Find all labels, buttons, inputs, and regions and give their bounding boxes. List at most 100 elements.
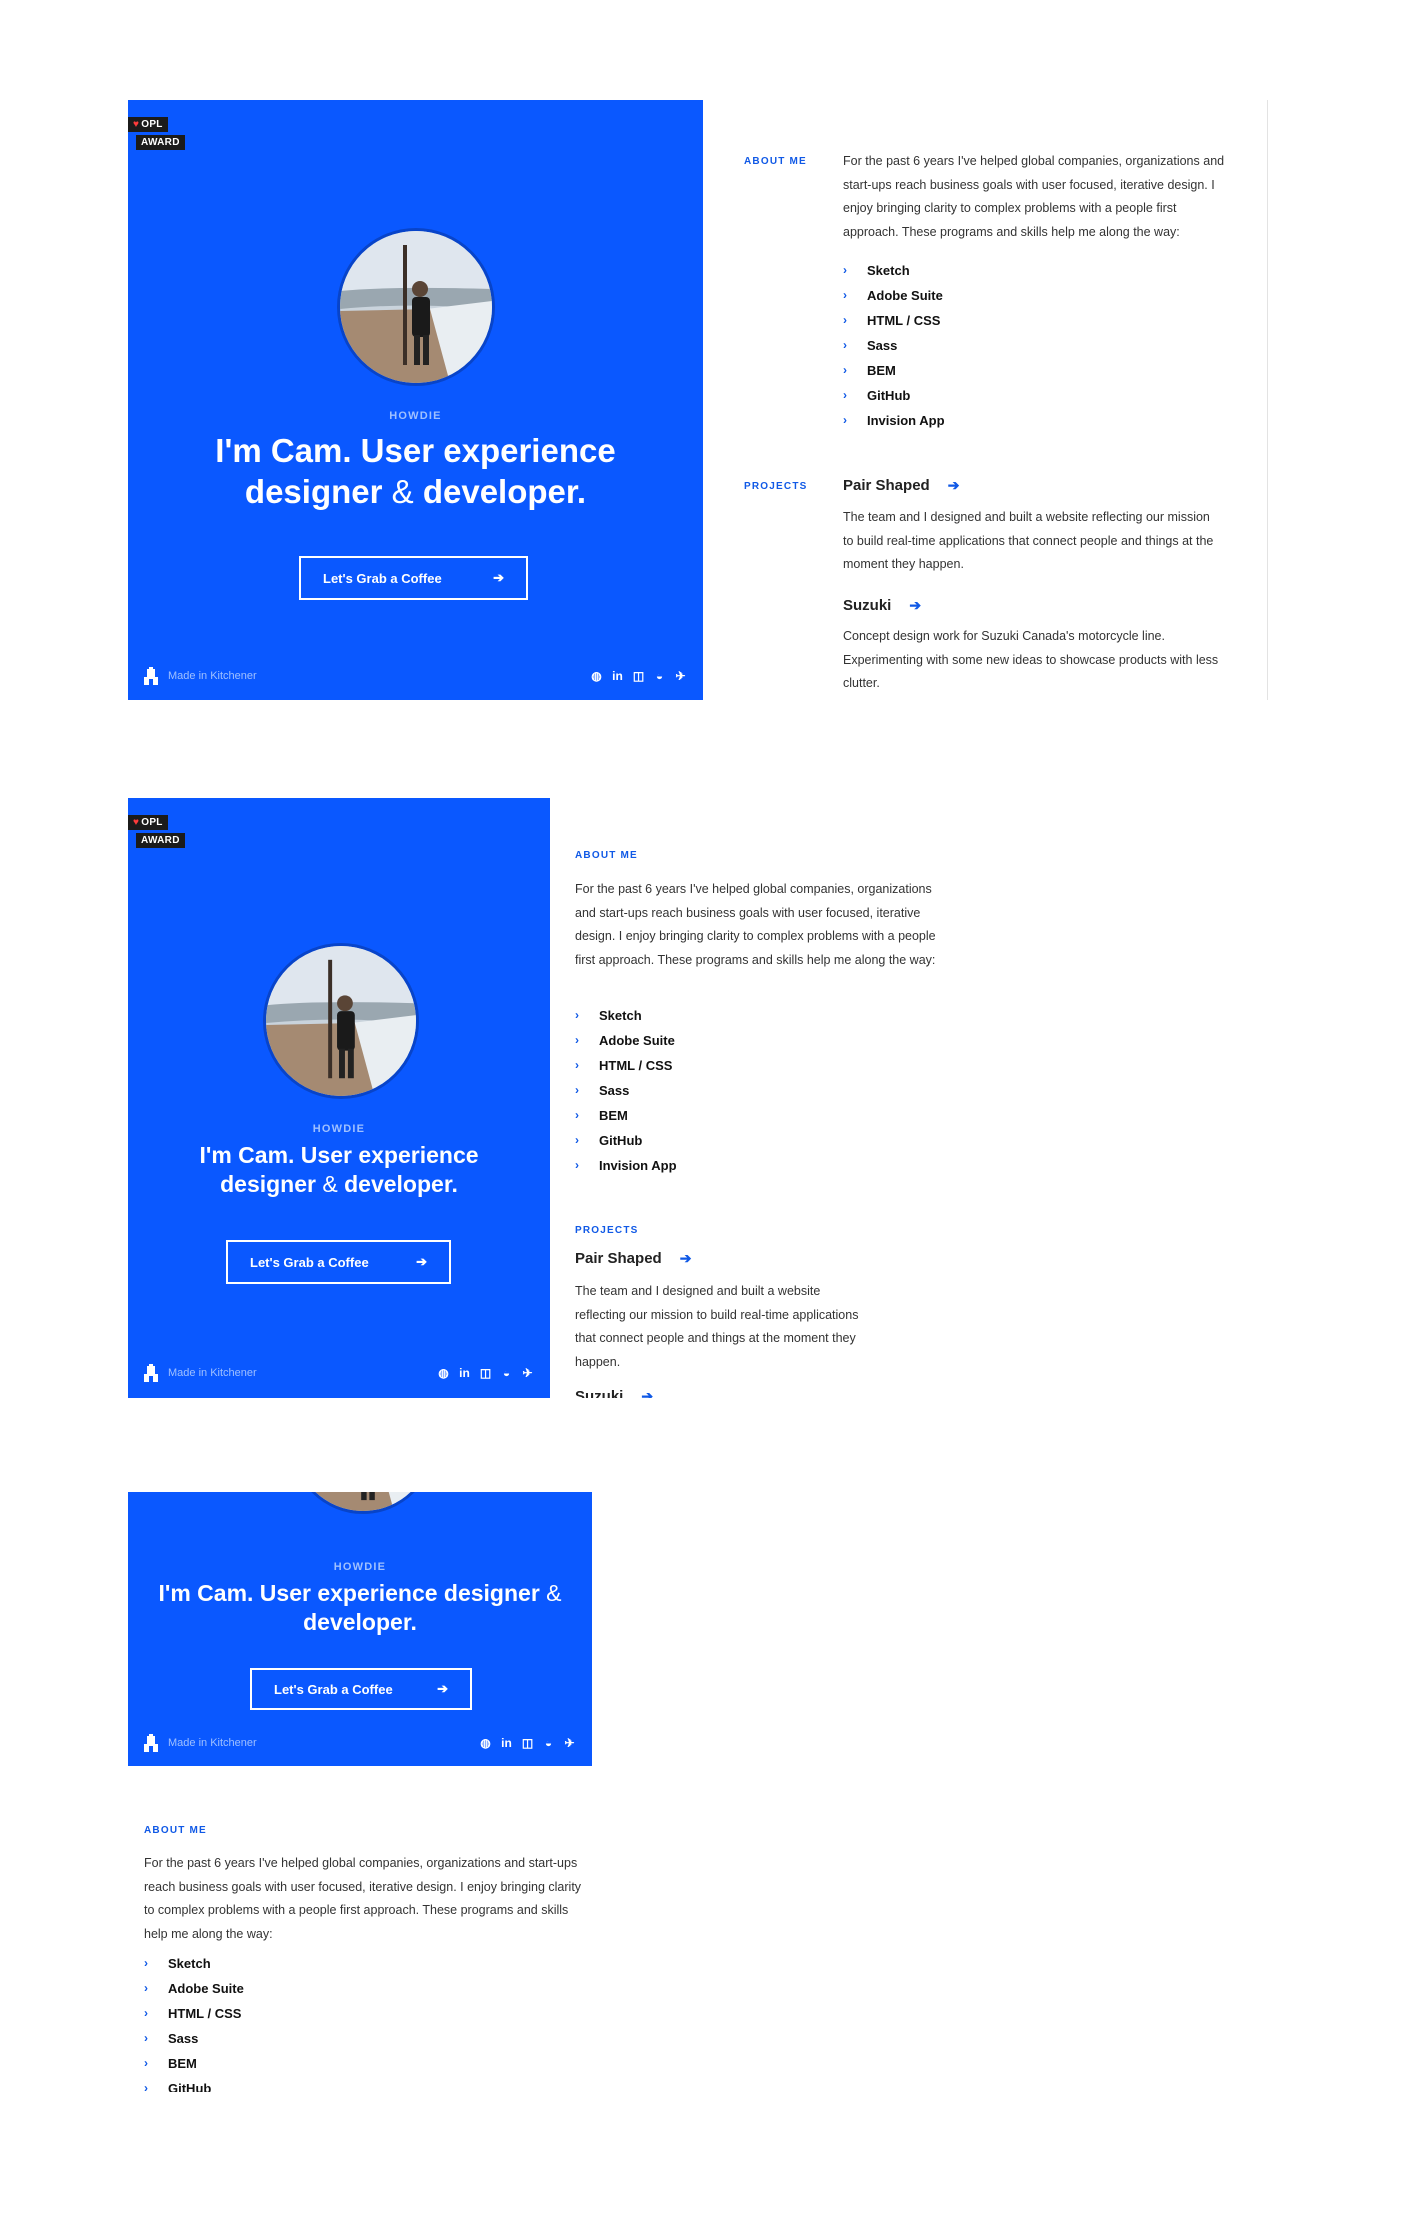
list-item: › Adobe Suite	[575, 1028, 677, 1053]
mobile-preview: HOWDIE I'm Cam. User experience designer…	[128, 1492, 728, 2092]
list-item: › GitHub	[144, 2076, 244, 2092]
dribbble-icon[interactable]: ◍	[590, 669, 603, 683]
arrow-right-icon: ➔	[947, 477, 960, 493]
skills-list: › Sketch › Adobe Suite › HTML / CSS › Sass ›…	[575, 1003, 677, 1178]
list-item: › Sass	[144, 2026, 244, 2051]
project-title-pair-shaped[interactable]: Pair Shaped ➔	[843, 477, 959, 494]
list-item: › GitHub	[575, 1128, 677, 1153]
tablet-preview: ♥ OPL AWARD HOWDIE I'm Cam. User experien…	[128, 798, 948, 1398]
github-icon[interactable]: ◒	[500, 1366, 513, 1380]
hero-kicker: HOWDIE	[333, 1561, 387, 1573]
list-item: › Sass	[843, 333, 945, 358]
chevron-right-icon: ›	[144, 2056, 148, 2070]
project-text: Concept design work for Suzuki Canada's …	[843, 629, 1219, 690]
twitter-icon[interactable]: ✈	[674, 669, 687, 683]
list-item: › Sketch	[575, 1003, 677, 1028]
social-links: ◍ in ◫ ◒ ✈	[437, 1366, 534, 1380]
projects-label: PROJECTS	[575, 1225, 639, 1236]
chevron-right-icon: ›	[575, 1033, 579, 1047]
github-icon[interactable]: ◒	[542, 1736, 555, 1750]
hero-headline: I'm Cam. User experience designer & deve…	[199, 1142, 479, 1197]
about-label: ABOUT ME	[744, 156, 807, 167]
cta-button[interactable]: Let's Grab a Coffee ➔	[226, 1240, 451, 1284]
list-item: › GitHub	[843, 383, 945, 408]
project-text: The team and I designed and built a webs…	[843, 510, 1214, 571]
projects-label: PROJECTS	[744, 481, 808, 492]
hero-panel: ♥ OPL AWARD HOWDIE I'm Cam. User experien…	[128, 798, 550, 1398]
chevron-right-icon: ›	[843, 388, 847, 402]
desktop-preview: ♥ OPL AWARD HOWDIE I'm Cam. User experien…	[128, 100, 1268, 702]
chevron-right-icon: ›	[843, 288, 847, 302]
project-title-pair-shaped[interactable]: Pair Shaped ➔	[575, 1250, 691, 1267]
hero-panel: HOWDIE I'm Cam. User experience designer…	[128, 1492, 592, 1766]
linkedin-icon[interactable]: in	[458, 1366, 471, 1380]
divider	[1267, 100, 1268, 700]
dribbble-icon[interactable]: ◍	[437, 1366, 450, 1380]
chevron-right-icon: ›	[843, 263, 847, 277]
hero-headline: I'm Cam. User experience designer & deve…	[215, 432, 616, 511]
list-item: › HTML / CSS	[575, 1053, 677, 1078]
avatar	[291, 1492, 435, 1514]
arrow-right-icon: ➔	[416, 1254, 427, 1269]
list-item: › Sketch	[843, 258, 945, 283]
city-hall-logo-icon	[144, 1734, 158, 1752]
city-hall-logo-icon	[144, 667, 158, 685]
twitter-icon[interactable]: ✈	[563, 1736, 576, 1750]
made-in-kitchener: Made in Kitchener	[144, 1734, 257, 1752]
about-text: For the past 6 years I've helped global …	[144, 1856, 582, 1941]
chevron-right-icon: ›	[144, 1981, 148, 1995]
cta-button[interactable]: Let's Grab a Coffee ➔	[299, 556, 528, 600]
about-label: ABOUT ME	[575, 850, 638, 861]
list-item: › Invision App	[575, 1153, 677, 1178]
arrow-right-icon: ➔	[679, 1250, 692, 1266]
chevron-right-icon: ›	[144, 2031, 148, 2045]
opl-award-badge[interactable]: ♥ OPL AWARD	[128, 114, 185, 150]
chevron-right-icon: ›	[144, 1956, 148, 1970]
list-item: › Invision App	[843, 408, 945, 433]
arrow-right-icon: ➔	[909, 597, 922, 613]
arrow-right-icon: ➔	[437, 1681, 448, 1696]
twitter-icon[interactable]: ✈	[521, 1366, 534, 1380]
hero-panel: ♥ OPL AWARD HOWDIE I'm Cam. User experien…	[128, 100, 703, 700]
avatar	[337, 228, 495, 386]
chevron-right-icon: ›	[575, 1158, 579, 1172]
chevron-right-icon: ›	[843, 313, 847, 327]
dribbble-icon[interactable]: ◍	[479, 1736, 492, 1750]
avatar	[263, 943, 419, 1099]
list-item: › Adobe Suite	[843, 283, 945, 308]
instagram-icon[interactable]: ◫	[632, 669, 645, 683]
list-item: › BEM	[843, 358, 945, 383]
social-links: ◍ in ◫ ◒ ✈	[590, 669, 687, 683]
github-icon[interactable]: ◒	[653, 669, 666, 683]
instagram-icon[interactable]: ◫	[521, 1736, 534, 1750]
about-label: ABOUT ME	[144, 1825, 207, 1836]
linkedin-icon[interactable]: in	[500, 1736, 513, 1750]
list-item: › BEM	[575, 1103, 677, 1128]
social-links: ◍ in ◫ ◒ ✈	[479, 1736, 576, 1750]
chevron-right-icon: ›	[144, 2006, 148, 2020]
list-item: › Sass	[575, 1078, 677, 1103]
project-title-suzuki[interactable]: Suzuki ➔	[843, 597, 921, 614]
list-item: › HTML / CSS	[144, 2001, 244, 2026]
list-item: › HTML / CSS	[843, 308, 945, 333]
cta-button[interactable]: Let's Grab a Coffee ➔	[250, 1668, 472, 1710]
skills-list: › Sketch › Adobe Suite › HTML / CSS › Sass ›…	[843, 258, 945, 433]
linkedin-icon[interactable]: in	[611, 669, 624, 683]
chevron-right-icon: ›	[575, 1008, 579, 1022]
project-title-suzuki[interactable]: Suzuki ➔	[575, 1388, 653, 1398]
opl-award-badge[interactable]: ♥ OPL AWARD	[128, 812, 185, 848]
chevron-right-icon: ›	[575, 1083, 579, 1097]
hero-kicker: HOWDIE	[389, 410, 442, 422]
chevron-right-icon: ›	[575, 1133, 579, 1147]
instagram-icon[interactable]: ◫	[479, 1366, 492, 1380]
chevron-right-icon: ›	[144, 2081, 148, 2092]
made-in-kitchener: Made in Kitchener	[144, 1364, 257, 1382]
about-text: For the past 6 years I've helped global …	[843, 154, 1225, 239]
arrow-right-icon: ➔	[641, 1388, 654, 1398]
hero-kicker: HOWDIE	[312, 1123, 366, 1135]
chevron-right-icon: ›	[843, 413, 847, 427]
skills-list: › Sketch › Adobe Suite › HTML / CSS › Sass ›…	[144, 1951, 244, 2092]
chevron-right-icon: ›	[843, 363, 847, 377]
city-hall-logo-icon	[144, 1364, 158, 1382]
arrow-right-icon: ➔	[493, 570, 504, 585]
